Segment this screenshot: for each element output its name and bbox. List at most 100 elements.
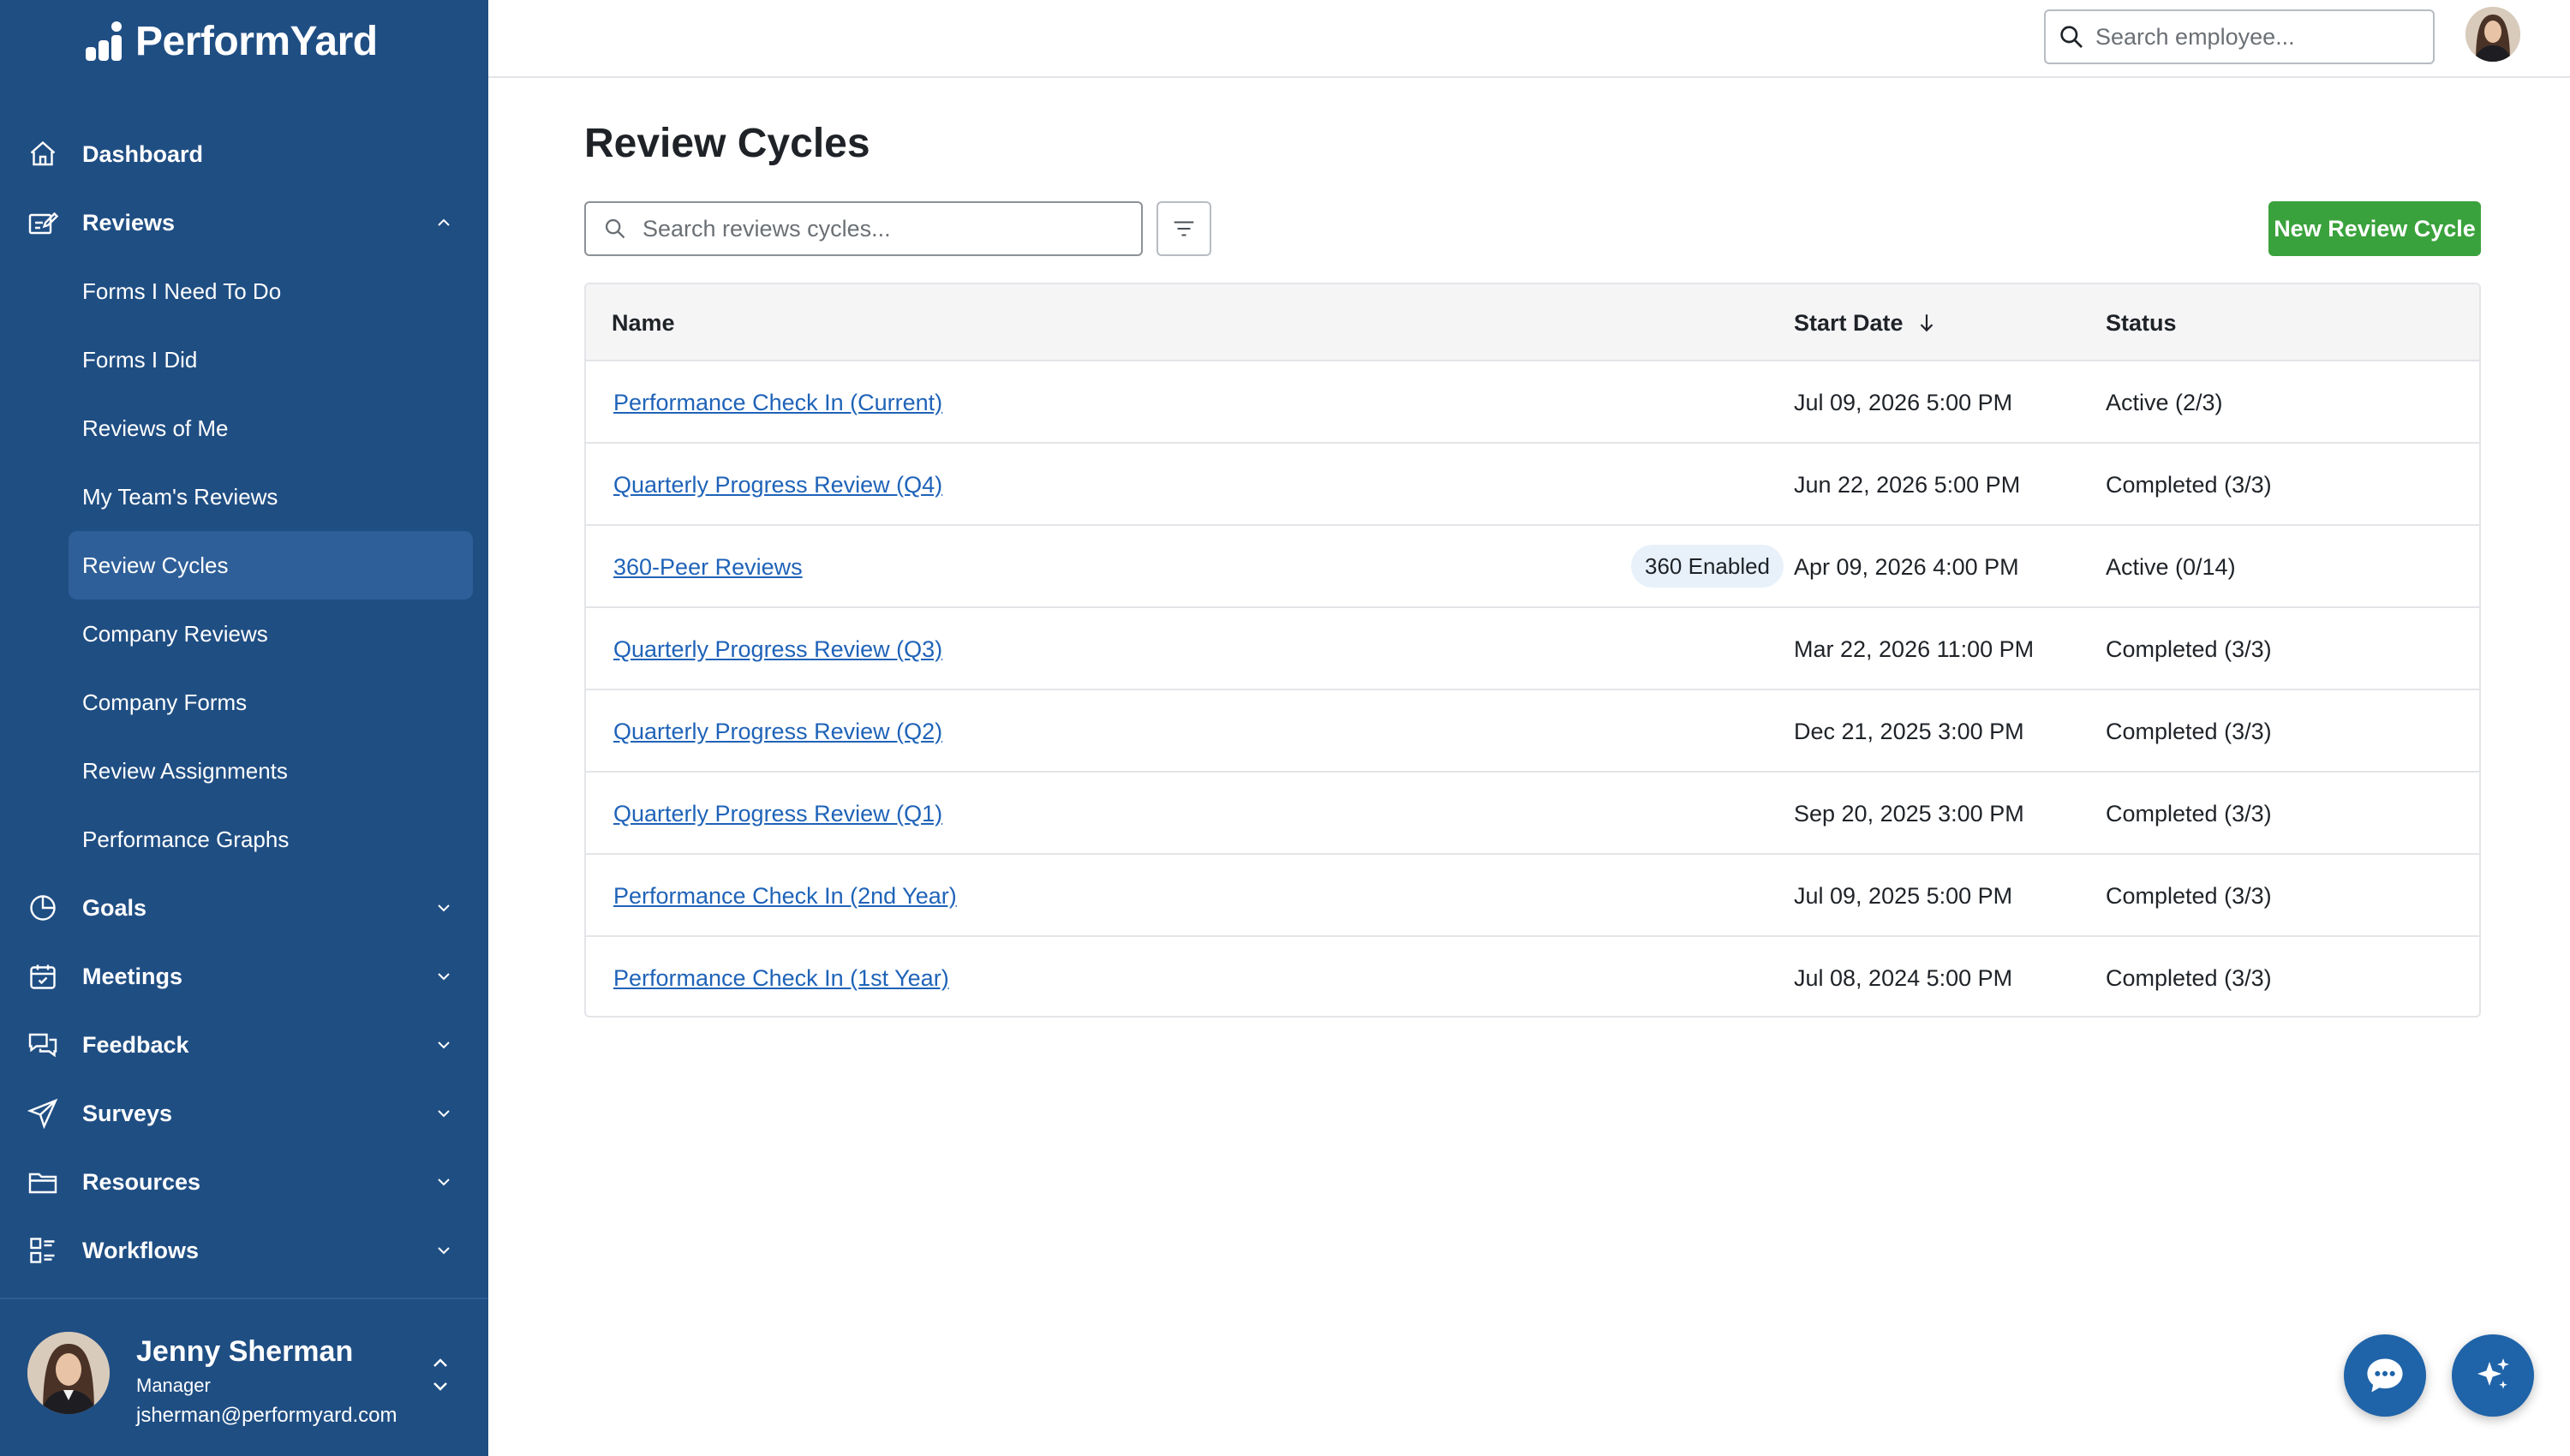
chevron-down-icon[interactable] <box>433 1172 454 1192</box>
table-row: Quarterly Progress Review (Q1) Sep 20, 2… <box>586 773 2479 855</box>
user-email: jsherman@performyard.com <box>136 1404 397 1427</box>
filter-icon <box>1174 221 1194 236</box>
review-cycle-link[interactable]: Performance Check In (Current) <box>613 390 942 416</box>
filter-button[interactable] <box>1156 201 1211 256</box>
workflows-icon <box>30 1238 55 1263</box>
review-cycle-link[interactable]: Quarterly Progress Review (Q3) <box>613 636 942 663</box>
folder-icon <box>28 1173 57 1194</box>
nav-meetings[interactable]: Meetings <box>0 942 488 1011</box>
employee-search[interactable] <box>2044 9 2435 64</box>
avatar <box>27 1332 110 1414</box>
nav-resources-label: Resources <box>82 1168 201 1195</box>
review-cycle-search-input[interactable] <box>642 215 1122 242</box>
start-date-cell: Jul 08, 2024 5:00 PM <box>1794 964 2013 991</box>
calendar-icon <box>30 964 56 989</box>
sparkle-icon <box>2477 1358 2509 1389</box>
chevron-up-icon[interactable] <box>433 212 454 233</box>
sort-descending-icon[interactable] <box>1916 312 1938 334</box>
status-cell: Completed (3/3) <box>2106 471 2272 498</box>
ai-assistant-button[interactable] <box>2452 1334 2534 1417</box>
brand-name: PerformYard <box>135 18 378 64</box>
column-header-name[interactable]: Name <box>612 284 675 361</box>
nav-dashboard[interactable]: Dashboard <box>0 120 488 188</box>
chevron-down-icon[interactable] <box>433 966 454 987</box>
chat-button[interactable] <box>2344 1334 2426 1417</box>
table-row: 360-Peer Reviews 360 Enabled Apr 09, 202… <box>586 526 2479 608</box>
nav-company-forms[interactable]: Company Forms <box>0 668 488 737</box>
nav-dashboard-label: Dashboard <box>82 140 204 167</box>
search-icon <box>605 218 625 239</box>
nav-surveys-label: Surveys <box>82 1100 173 1126</box>
top-bar <box>488 0 2570 78</box>
new-review-cycle-button[interactable]: New Review Cycle <box>2268 201 2481 256</box>
expand-collapse-icon[interactable] <box>428 1351 452 1399</box>
start-date-cell: Mar 22, 2026 11:00 PM <box>1794 636 2035 662</box>
status-cell: Active (2/3) <box>2106 389 2223 415</box>
avatar[interactable] <box>2465 7 2520 62</box>
nav-workflows[interactable]: Workflows <box>0 1216 488 1285</box>
status-cell: Completed (3/3) <box>2106 636 2272 662</box>
nav-my-teams-reviews[interactable]: My Team's Reviews <box>0 462 488 531</box>
paper-plane-icon <box>27 1098 58 1129</box>
reviews-icon <box>28 212 58 235</box>
start-date-cell: Jul 09, 2025 5:00 PM <box>1794 882 2013 909</box>
performyard-logo[interactable]: PerformYard <box>86 15 378 67</box>
sidebar: PerformYard Dashboard Reviews Forms I Ne… <box>0 0 488 1456</box>
status-cell: Active (0/14) <box>2106 553 2236 580</box>
review-cycle-link[interactable]: Quarterly Progress Review (Q1) <box>613 801 942 827</box>
nav-meetings-label: Meetings <box>82 963 183 989</box>
table-row: Quarterly Progress Review (Q3) Mar 22, 2… <box>586 608 2479 690</box>
chevron-down-icon[interactable] <box>433 1240 454 1261</box>
nav-forms-i-did[interactable]: Forms I Did <box>0 325 488 394</box>
status-cell: Completed (3/3) <box>2106 800 2272 826</box>
logo-mark-icon <box>86 21 125 61</box>
table-row: Quarterly Progress Review (Q2) Dec 21, 2… <box>586 690 2479 773</box>
nav-feedback[interactable]: Feedback <box>0 1011 488 1079</box>
nav-resources[interactable]: Resources <box>0 1148 488 1216</box>
employee-search-input[interactable] <box>2095 23 2421 51</box>
nav-reviews-of-me[interactable]: Reviews of Me <box>0 394 488 462</box>
nav-goals-label: Goals <box>82 894 147 921</box>
review-cycle-link[interactable]: 360-Peer Reviews <box>613 554 803 581</box>
nav-review-cycles[interactable]: Review Cycles <box>69 531 473 600</box>
table-row: Performance Check In (2nd Year) Jul 09, … <box>586 855 2479 937</box>
nav-feedback-label: Feedback <box>82 1031 189 1058</box>
review-cycle-link[interactable]: Performance Check In (2nd Year) <box>613 883 957 910</box>
user-name: Jenny Sherman <box>136 1335 354 1368</box>
start-date-cell: Sep 20, 2025 3:00 PM <box>1794 800 2024 826</box>
start-date-cell: Jun 22, 2026 5:00 PM <box>1794 471 2021 498</box>
review-cycle-link[interactable]: Quarterly Progress Review (Q4) <box>613 472 942 498</box>
column-header-status[interactable]: Status <box>2106 284 2177 361</box>
nav-reviews-label: Reviews <box>82 209 176 236</box>
search-icon <box>2060 26 2083 48</box>
chat-icon <box>2367 1358 2403 1393</box>
user-profile[interactable]: Jenny Sherman Manager jsherman@performya… <box>27 1332 473 1435</box>
chevron-down-icon[interactable] <box>433 1103 454 1124</box>
column-header-start-date[interactable]: Start Date <box>1794 284 1938 361</box>
main-nav: Dashboard Reviews Forms I Need To Do For… <box>0 120 488 1285</box>
page-title: Review Cycles <box>584 121 870 166</box>
status-badge: 360 Enabled <box>1631 545 1784 588</box>
table-row: Performance Check In (Current) Jul 09, 2… <box>586 361 2479 444</box>
nav-reviews[interactable]: Reviews <box>0 188 488 257</box>
start-date-cell: Apr 09, 2026 4:00 PM <box>1794 553 2019 580</box>
home-icon <box>30 140 56 166</box>
user-role: Manager <box>136 1375 211 1396</box>
chevron-down-icon[interactable] <box>433 898 454 918</box>
column-header-start-date-label: Start Date <box>1794 309 1904 336</box>
nav-goals[interactable]: Goals <box>0 874 488 942</box>
review-cycle-link[interactable]: Quarterly Progress Review (Q2) <box>613 719 942 745</box>
nav-review-assignments[interactable]: Review Assignments <box>0 737 488 805</box>
chevron-down-icon[interactable] <box>433 1035 454 1055</box>
nav-company-reviews[interactable]: Company Reviews <box>0 600 488 668</box>
nav-workflows-label: Workflows <box>82 1237 200 1263</box>
start-date-cell: Dec 21, 2025 3:00 PM <box>1794 718 2024 744</box>
start-date-cell: Jul 09, 2026 5:00 PM <box>1794 389 2013 415</box>
nav-performance-graphs[interactable]: Performance Graphs <box>0 805 488 874</box>
review-cycle-search[interactable] <box>584 201 1143 256</box>
status-cell: Completed (3/3) <box>2106 718 2272 744</box>
nav-surveys[interactable]: Surveys <box>0 1079 488 1148</box>
review-cycle-link[interactable]: Performance Check In (1st Year) <box>613 965 949 992</box>
nav-forms-i-need-to-do[interactable]: Forms I Need To Do <box>0 257 488 325</box>
table-row: Performance Check In (1st Year) Jul 08, … <box>586 937 2479 1016</box>
